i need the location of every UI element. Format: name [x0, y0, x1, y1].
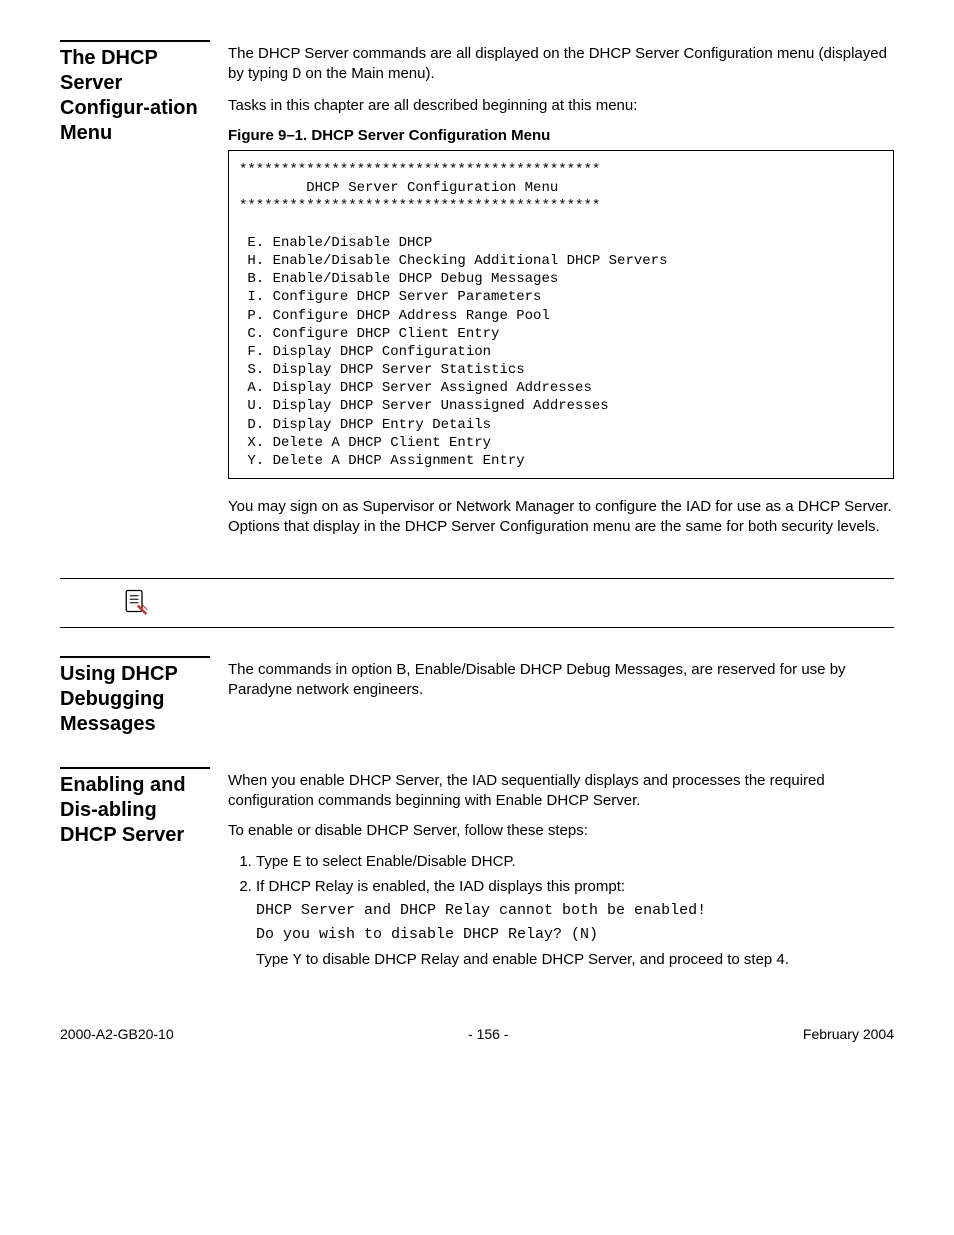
- terminal-line: DHCP Server Configuration Menu: [239, 180, 558, 196]
- note-icon: [121, 587, 149, 621]
- section-debugging-messages: Using DHCP Debugging Messages The comman…: [60, 656, 894, 737]
- section-dhcp-config-menu: The DHCP Server Configur-ation Menu The …: [60, 40, 894, 548]
- section-enable-disable-dhcp: Enabling and Dis-abling DHCP Server When…: [60, 767, 894, 975]
- paragraph: You may sign on as Supervisor or Network…: [228, 497, 894, 538]
- paragraph: When you enable DHCP Server, the IAD seq…: [228, 771, 894, 812]
- footer-left: 2000-A2-GB20-10: [60, 1025, 174, 1044]
- key-literal: Y: [293, 952, 302, 969]
- text: to select Enable/Disable DHCP.: [302, 853, 516, 870]
- text: Type: [256, 951, 293, 968]
- paragraph: The DHCP Server commands are all display…: [228, 44, 894, 86]
- key-literal: D: [292, 66, 301, 83]
- text: to disable DHCP Relay and enable DHCP Se…: [302, 951, 789, 968]
- terminal-line: ****************************************…: [239, 198, 600, 214]
- terminal-output: ****************************************…: [228, 150, 894, 479]
- terminal-line: Do you wish to disable DHCP Relay? (N): [256, 925, 894, 945]
- paragraph: The commands in option B, Enable/Disable…: [228, 660, 894, 701]
- steps-list: Type E to select Enable/Disable DHCP. If…: [228, 852, 894, 971]
- footer-center: - 156 -: [468, 1025, 508, 1044]
- text: If DHCP Relay is enabled, the IAD displa…: [256, 878, 625, 895]
- side-heading: The DHCP Server Configur-ation Menu: [60, 40, 210, 146]
- section-content: The commands in option B, Enable/Disable…: [228, 656, 894, 711]
- page-footer: 2000-A2-GB20-10 - 156 - February 2004: [60, 1025, 894, 1044]
- figure-caption: Figure 9–1. DHCP Server Configuration Me…: [228, 126, 894, 146]
- terminal-menu-items: E. Enable/Disable DHCP H. Enable/Disable…: [239, 235, 667, 469]
- section-content: When you enable DHCP Server, the IAD seq…: [228, 767, 894, 975]
- text: Type: [256, 853, 293, 870]
- terminal-line: DHCP Server and DHCP Relay cannot both b…: [256, 901, 894, 921]
- section-content: The DHCP Server commands are all display…: [228, 40, 894, 548]
- paragraph: To enable or disable DHCP Server, follow…: [228, 821, 894, 841]
- footer-right: February 2004: [803, 1025, 894, 1044]
- key-literal: E: [293, 854, 302, 871]
- text: Type Y to disable DHCP Relay and enable …: [256, 951, 789, 968]
- step-item: Type E to select Enable/Disable DHCP.: [256, 852, 894, 873]
- note-icon-cell: [60, 585, 210, 621]
- text: on the Main menu).: [301, 65, 434, 82]
- step-item: If DHCP Relay is enabled, the IAD displa…: [256, 877, 894, 971]
- note-callout: [60, 578, 894, 628]
- side-heading: Using DHCP Debugging Messages: [60, 656, 210, 737]
- side-heading: Enabling and Dis-abling DHCP Server: [60, 767, 210, 848]
- terminal-line: ****************************************…: [239, 162, 600, 178]
- paragraph: Tasks in this chapter are all described …: [228, 96, 894, 116]
